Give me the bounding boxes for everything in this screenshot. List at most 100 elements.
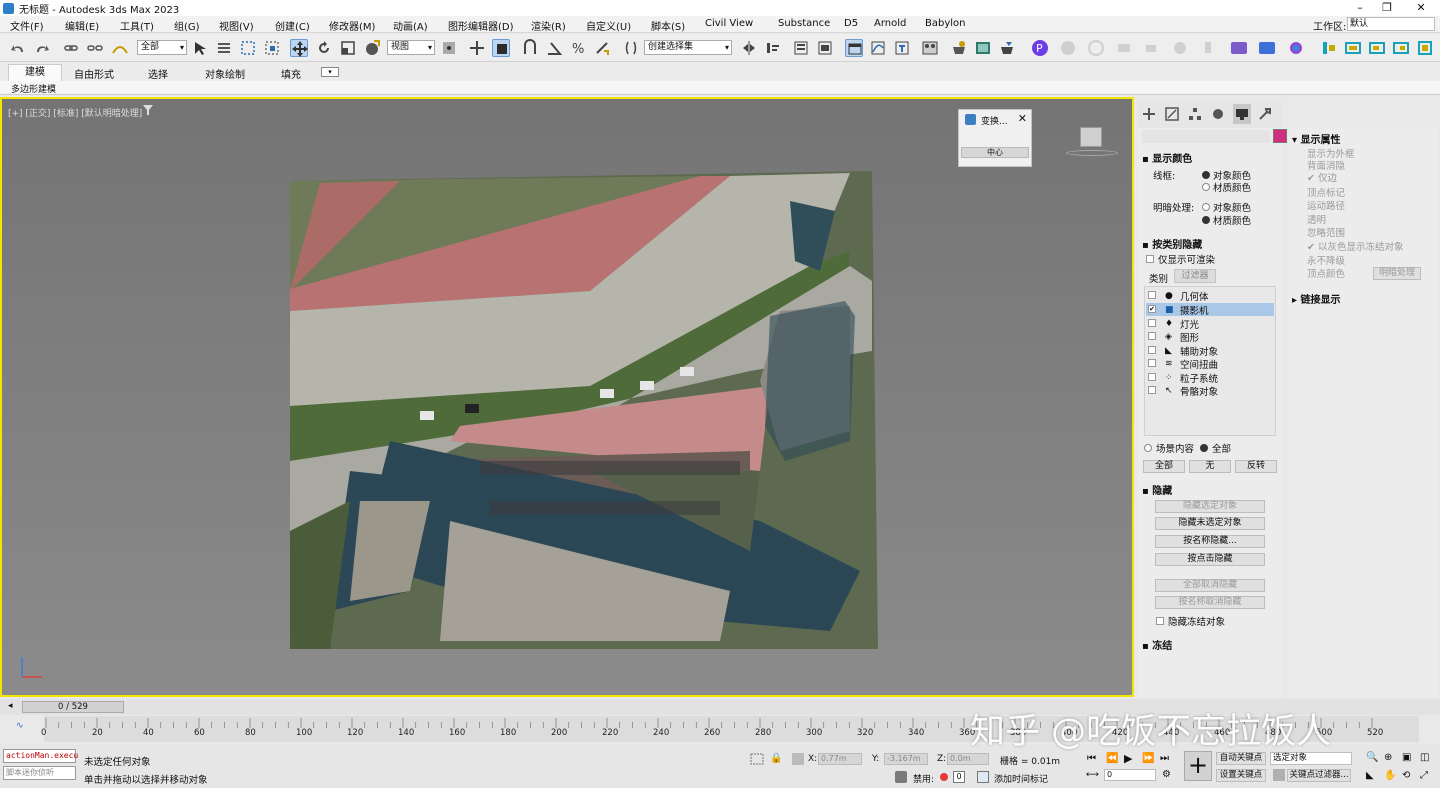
create-tab-icon[interactable] <box>1142 107 1156 124</box>
plugin-teal-1-icon[interactable] <box>1320 39 1338 57</box>
hide-selected-button[interactable]: 隐藏选定对象 <box>1155 500 1265 513</box>
lights-checkbox[interactable] <box>1148 319 1156 327</box>
link-display-header[interactable]: ▸ 链接显示 <box>1292 291 1341 306</box>
select-object-icon[interactable] <box>191 39 209 57</box>
named-selection-dropdown[interactable]: 创建选择集 <box>644 40 732 55</box>
menu-scripting[interactable]: 脚本(S) <box>651 18 685 33</box>
angle-snap-icon[interactable] <box>545 39 563 57</box>
plugin-skp-icon[interactable] <box>1258 39 1276 57</box>
material-editor-icon[interactable] <box>921 39 939 57</box>
edges-only-option[interactable]: ✔ 仅边 <box>1307 170 1337 184</box>
plugin-gray-2-icon[interactable] <box>1087 39 1105 57</box>
renderable-only-checkbox[interactable] <box>1146 255 1154 263</box>
ribbon-tab-selection[interactable]: 选择 <box>148 66 168 81</box>
menu-graph-editors[interactable]: 图形编辑器(D) <box>448 18 514 33</box>
display-properties-header[interactable]: ▾ 显示属性 <box>1292 131 1341 146</box>
goto-start-icon[interactable]: ⏮ <box>1087 753 1096 764</box>
select-scale-icon[interactable] <box>339 39 357 57</box>
place-icon[interactable] <box>363 39 381 57</box>
vertex-ticks-option[interactable]: 顶点标记 <box>1307 185 1345 199</box>
wire-material-color-radio[interactable] <box>1202 183 1210 191</box>
next-key-icon[interactable]: ⏩ <box>1142 753 1154 764</box>
plugin-gray-6-icon[interactable] <box>1199 39 1217 57</box>
absolute-mode-icon[interactable] <box>792 753 804 768</box>
hierarchy-tab-icon[interactable] <box>1188 107 1202 124</box>
menu-babylon[interactable]: Babylon <box>925 18 966 29</box>
hide-by-category-header[interactable]: ▪ 按类别隐藏 <box>1142 236 1202 251</box>
zoom-extents-icon[interactable]: ▣ <box>1402 752 1411 763</box>
menu-civil-view[interactable]: Civil View <box>705 18 753 29</box>
isolate-icon[interactable] <box>750 753 764 768</box>
plugin-gray-5-icon[interactable] <box>1171 39 1189 57</box>
viewcube[interactable] <box>1080 127 1102 147</box>
workspace-select[interactable]: 默认 <box>1347 17 1435 31</box>
vertex-colors-option[interactable]: 顶点颜色 <box>1307 266 1345 280</box>
orbit-icon[interactable]: ⟲ <box>1402 770 1410 781</box>
viewcube-compass-ring[interactable] <box>1066 150 1118 156</box>
center-button[interactable]: 中心 <box>961 147 1029 158</box>
menu-edit[interactable]: 编辑(E) <box>65 18 99 33</box>
plugin-teal-5-icon[interactable] <box>1416 39 1434 57</box>
menu-create[interactable]: 创建(C) <box>275 18 310 33</box>
current-frame-field[interactable]: 0 <box>1104 769 1156 781</box>
category-shapes[interactable]: ◈ 图形 <box>1146 330 1274 344</box>
prev-key-icon[interactable]: ⏪ <box>1106 753 1118 764</box>
particles-checkbox[interactable] <box>1148 373 1156 381</box>
menu-customize[interactable]: 自定义(U) <box>586 18 631 33</box>
utilities-tab-icon[interactable] <box>1258 107 1272 124</box>
hide-by-hit-button[interactable]: 按点击隐藏 <box>1155 553 1265 566</box>
render-setup-icon[interactable] <box>950 39 968 57</box>
select-rotate-icon[interactable] <box>315 39 333 57</box>
render-production-icon[interactable] <box>998 39 1016 57</box>
plugin-flower-icon[interactable] <box>1287 39 1305 57</box>
viewport-label[interactable]: [+] [正交] [标准] [默认明暗处理] <box>8 106 142 119</box>
disable-counter[interactable]: 0 <box>953 771 965 783</box>
select-move-icon[interactable] <box>290 39 308 57</box>
pan-icon[interactable]: ✋ <box>1384 770 1396 781</box>
window-crossing-icon[interactable] <box>263 39 281 57</box>
key-filters-button[interactable]: 关键点过滤器... <box>1287 769 1351 782</box>
category-particles[interactable]: ⁘ 粒子系统 <box>1146 371 1274 385</box>
zoom-all-icon[interactable]: ⊕ <box>1384 752 1392 763</box>
aerial-photo-mesh[interactable] <box>290 171 878 649</box>
category-tab[interactable]: 类别 <box>1149 271 1168 285</box>
bones-checkbox[interactable] <box>1148 386 1156 394</box>
ref-coord-dropdown[interactable]: 视图 <box>387 40 435 55</box>
category-lights[interactable]: ♦ 灯光 <box>1146 317 1274 331</box>
menu-view[interactable]: 视图(V) <box>219 18 254 33</box>
maximize-viewport-icon[interactable]: ⤢ <box>1420 770 1428 781</box>
show-frozen-gray-option[interactable]: ✔ 以灰色显示冻结对象 <box>1307 239 1404 253</box>
adaptive-degradation-icon[interactable] <box>895 771 907 783</box>
category-helpers[interactable]: ◣ 辅助对象 <box>1146 344 1274 358</box>
align-icon[interactable] <box>764 39 782 57</box>
spinner-snap-icon[interactable] <box>593 39 611 57</box>
shade-object-color-radio[interactable] <box>1202 203 1210 211</box>
hide-by-name-button[interactable]: 按名称隐藏... <box>1155 535 1265 548</box>
selection-filter-dropdown[interactable]: 全部 <box>137 40 187 55</box>
select-manipulate-icon[interactable] <box>468 39 486 57</box>
display-color-header[interactable]: ▪ 显示颜色 <box>1142 150 1192 165</box>
select-by-name-icon[interactable] <box>215 39 233 57</box>
dialog-close-icon[interactable]: ✕ <box>1018 112 1027 125</box>
zoom-icon[interactable]: 🔍 <box>1366 752 1378 763</box>
modify-tab-icon[interactable] <box>1165 107 1179 124</box>
plugin-dsa-icon[interactable] <box>1230 39 1248 57</box>
hide-unselected-button[interactable]: 隐藏未选定对象 <box>1155 517 1265 530</box>
all-radio[interactable] <box>1200 444 1208 452</box>
cameras-checkbox[interactable]: ✔ <box>1148 305 1156 313</box>
menu-rendering[interactable]: 渲染(R) <box>531 18 566 33</box>
category-geometry[interactable]: ● 几何体 <box>1146 289 1274 303</box>
curve-editor-icon[interactable] <box>869 39 887 57</box>
time-config-icon[interactable]: ⚙ <box>1162 769 1171 780</box>
ribbon-toggle-icon[interactable] <box>845 39 863 57</box>
geometry-checkbox[interactable] <box>1148 291 1156 299</box>
redo-icon[interactable] <box>33 39 51 57</box>
maximize-button[interactable]: ❐ <box>1372 0 1402 16</box>
motion-tab-icon[interactable] <box>1211 107 1225 124</box>
plugin-gray-1-icon[interactable] <box>1059 39 1077 57</box>
close-button[interactable]: ✕ <box>1406 0 1436 16</box>
unhide-all-button[interactable]: 全部取消隐藏 <box>1155 579 1265 592</box>
hide-frozen-checkbox[interactable] <box>1156 617 1164 625</box>
x-coord-field[interactable]: 0.77m <box>818 753 862 765</box>
add-time-tag-label[interactable]: 添加时间标记 <box>994 772 1048 785</box>
